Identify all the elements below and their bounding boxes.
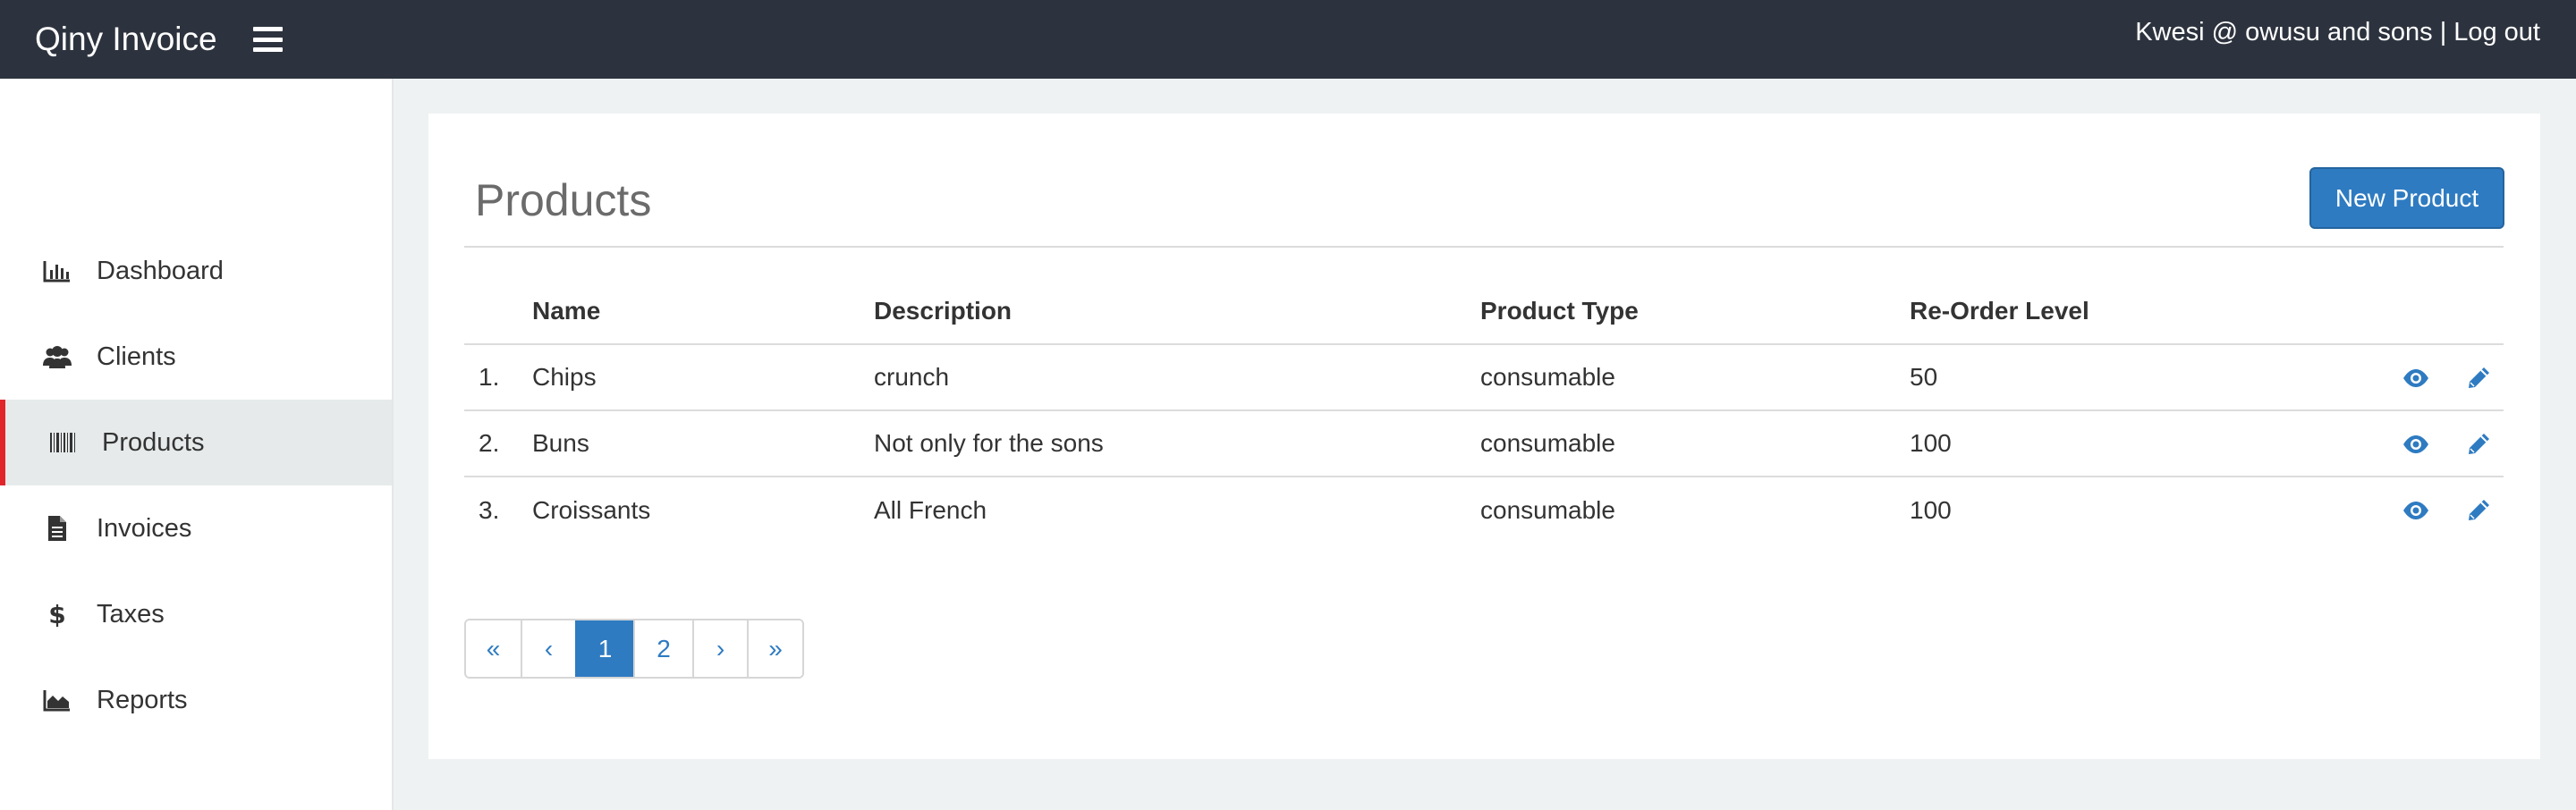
new-product-button[interactable]: New Product bbox=[2309, 167, 2504, 229]
product-type: consumable bbox=[1480, 495, 1615, 524]
row-actions bbox=[2375, 410, 2504, 477]
sidebar-item-label: Reports bbox=[97, 685, 188, 714]
sidebar-item-label: Taxes bbox=[97, 599, 165, 629]
product-type: consumable bbox=[1480, 344, 1910, 411]
sidebar-item-label: Dashboard bbox=[97, 256, 224, 285]
reorder-level: 100 bbox=[1910, 495, 1952, 524]
barcode-icon bbox=[47, 430, 78, 455]
sidebar-item-dashboard[interactable]: Dashboard bbox=[0, 228, 392, 314]
products-table: Name Description Product Type Re-Order L… bbox=[464, 278, 2504, 543]
row-number: 2. bbox=[464, 410, 532, 477]
column-header-product-type: Product Type bbox=[1480, 278, 1910, 345]
svg-text:$: $ bbox=[48, 600, 65, 629]
row-actions bbox=[2375, 344, 2504, 411]
column-header-actions bbox=[2375, 278, 2504, 345]
eye-icon[interactable] bbox=[2402, 364, 2430, 392]
column-header-reorder-level: Re-Order Level bbox=[1910, 278, 2375, 345]
next-page-button[interactable]: › bbox=[692, 620, 747, 677]
sidebar-item-products[interactable]: Products bbox=[0, 400, 392, 485]
product-type: consumable bbox=[1480, 410, 1910, 477]
product-name: Chips bbox=[532, 344, 874, 411]
product-name: Croissants bbox=[532, 495, 651, 524]
top-navbar: Qiny Invoice Kwesi @ owusu and sons | Log … bbox=[0, 0, 2576, 79]
row-actions bbox=[2375, 477, 2504, 543]
page-1-button[interactable]: 1 bbox=[575, 620, 633, 677]
table-row: 1. Chips crunch consumable 50 bbox=[464, 344, 2504, 411]
user-bar: Kwesi @ owusu and sons | Log out bbox=[2135, 18, 2540, 47]
eye-icon[interactable] bbox=[2402, 430, 2430, 459]
sidebar-item-invoices[interactable]: Invoices bbox=[0, 485, 392, 571]
sidebar-nav: Dashboard Clients Products Invoices $ Ta… bbox=[0, 228, 392, 743]
pagination: « ‹ 1 2 › » bbox=[464, 619, 804, 679]
row-number: 1. bbox=[464, 344, 532, 411]
product-description: All French bbox=[874, 495, 987, 524]
first-page-button[interactable]: « bbox=[466, 620, 521, 677]
user-bar-separator: | bbox=[2439, 18, 2447, 46]
sidebar-item-label: Invoices bbox=[97, 513, 192, 543]
bar-chart-icon bbox=[42, 258, 72, 283]
page-title: Products bbox=[475, 175, 652, 225]
dollar-icon: $ bbox=[42, 600, 72, 629]
content-panel: Products New Product Name Description Pr… bbox=[428, 114, 2540, 759]
table-row: 3. Croissants All French consumable 100 bbox=[464, 477, 2504, 543]
column-header-description: Description bbox=[874, 278, 1480, 345]
column-header-number bbox=[464, 278, 532, 345]
sidebar-item-label: Clients bbox=[97, 342, 176, 371]
reorder-level: 100 bbox=[1910, 410, 2375, 477]
product-name: Buns bbox=[532, 410, 874, 477]
title-divider bbox=[464, 246, 2504, 248]
row-number: 3. bbox=[479, 495, 500, 524]
eye-icon[interactable] bbox=[2402, 496, 2430, 525]
product-description: crunch bbox=[874, 344, 1480, 411]
reorder-level: 50 bbox=[1910, 344, 2375, 411]
current-user-label: Kwesi @ owusu and sons bbox=[2135, 18, 2433, 46]
users-icon bbox=[42, 344, 72, 369]
table-row: 2. Buns Not only for the sons consumable… bbox=[464, 410, 2504, 477]
logout-link[interactable]: Log out bbox=[2453, 18, 2540, 46]
prev-page-button[interactable]: ‹ bbox=[521, 620, 575, 677]
sidebar-item-clients[interactable]: Clients bbox=[0, 314, 392, 400]
sidebar-item-reports[interactable]: Reports bbox=[0, 657, 392, 743]
pencil-icon[interactable] bbox=[2464, 364, 2493, 392]
sidebar-item-taxes[interactable]: $ Taxes bbox=[0, 571, 392, 657]
column-header-name: Name bbox=[532, 278, 874, 345]
sidebar: Dashboard Clients Products Invoices $ Ta… bbox=[0, 79, 394, 810]
sidebar-item-label: Products bbox=[102, 427, 205, 457]
table-header-row: Name Description Product Type Re-Order L… bbox=[464, 278, 2504, 345]
product-description: Not only for the sons bbox=[874, 410, 1480, 477]
pencil-icon[interactable] bbox=[2464, 430, 2493, 459]
app-brand[interactable]: Qiny Invoice bbox=[35, 21, 217, 58]
area-chart-icon bbox=[42, 688, 72, 713]
hamburger-menu-icon[interactable] bbox=[252, 27, 283, 52]
file-text-icon bbox=[42, 516, 72, 541]
page-2-button[interactable]: 2 bbox=[633, 620, 692, 677]
last-page-button[interactable]: » bbox=[747, 620, 802, 677]
pencil-icon[interactable] bbox=[2464, 496, 2493, 525]
